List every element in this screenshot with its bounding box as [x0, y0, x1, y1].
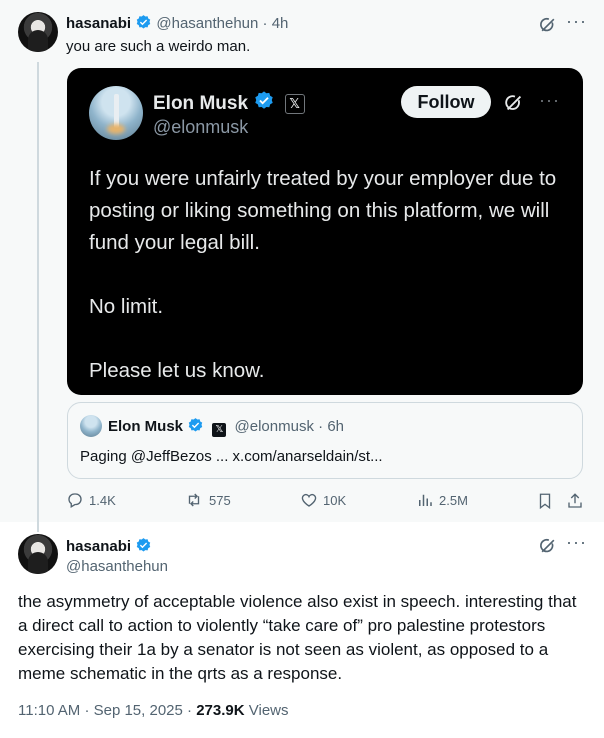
screenshot-follow-button: Follow — [401, 86, 491, 118]
more-icon[interactable]: ··· — [566, 533, 587, 551]
avatar[interactable] — [18, 534, 58, 574]
like-icon — [301, 493, 317, 507]
screenshot-paragraph: If you were unfairly treated by your emp… — [89, 167, 557, 254]
post-time: 6h — [327, 418, 344, 435]
post-date[interactable]: Sep 15, 2025 — [94, 702, 183, 719]
views-count: 2.5M — [439, 492, 468, 508]
action-bar: 1.4K 575 10K 2.5M — [66, 491, 586, 513]
separator: · — [262, 15, 268, 32]
screenshot-paragraph: Please let us know. — [89, 359, 265, 382]
repost-icon — [188, 493, 200, 507]
separator: · — [318, 418, 324, 435]
embedded-screenshot-image[interactable]: Elon Musk 𝕏 @elonmusk Follow ··· If you … — [67, 68, 583, 395]
like-count: 10K — [323, 492, 347, 508]
more-icon: ··· — [539, 90, 560, 110]
x-affiliate-badge-icon: 𝕏 — [284, 94, 305, 114]
post-text: the asymmetry of acceptable violence als… — [18, 592, 577, 683]
post-time[interactable]: 11:10 AM — [18, 702, 80, 719]
quoted-post-text: Paging @JeffBezos ... x.com/anarseldain/… — [80, 448, 383, 465]
bookmark-icon[interactable] — [536, 492, 554, 510]
avatar[interactable] — [18, 12, 58, 52]
author-handle: @elonmusk — [234, 418, 314, 435]
share-icon[interactable] — [566, 492, 584, 510]
author-name: Elon Musk — [108, 418, 184, 435]
quoted-post[interactable]: Elon Musk 𝕏 @elonmusk · 6h Paging @JeffB… — [67, 402, 583, 479]
quoted-post-header: Elon Musk 𝕏 @elonmusk · 6h — [108, 417, 344, 437]
reply-count: 1.4K — [89, 492, 116, 508]
like-button[interactable]: 10K — [300, 491, 346, 509]
avatar — [80, 415, 102, 437]
post2-header: hasanabi @hasanthehun — [66, 537, 168, 575]
author-handle[interactable]: @hasanthehun — [156, 15, 258, 32]
post-text: you are such a weirdo man. — [66, 38, 251, 55]
repost-count: 575 — [209, 492, 231, 508]
views-label: Views — [248, 702, 289, 719]
post-time[interactable]: 4h — [272, 15, 289, 32]
thread-connector-line — [37, 62, 39, 532]
screenshot-post-text: If you were unfairly treated by your emp… — [89, 163, 569, 387]
grok-icon[interactable] — [538, 15, 558, 35]
views-count: 273.9K — [196, 702, 245, 719]
author-name[interactable]: hasanabi — [66, 15, 131, 32]
more-icon[interactable]: ··· — [566, 12, 587, 30]
separator: · — [187, 702, 193, 719]
verified-badge-icon — [137, 538, 151, 552]
screenshot-author-name: Elon Musk 𝕏 — [153, 90, 305, 115]
grok-icon[interactable] — [538, 536, 558, 556]
separator: · — [84, 702, 90, 719]
verified-badge-icon — [255, 91, 274, 109]
views-icon — [419, 494, 432, 506]
post-meta: 11:10 AM · Sep 15, 2025 · 273.9K Views — [18, 702, 289, 719]
reply-button[interactable]: 1.4K — [66, 491, 116, 509]
verified-badge-icon — [136, 15, 151, 29]
grok-icon — [505, 95, 522, 111]
x-affiliate-badge-icon: 𝕏 — [212, 423, 227, 437]
repost-button[interactable]: 575 — [184, 491, 231, 509]
author-handle[interactable]: @hasanthehun — [66, 558, 168, 575]
views-button[interactable]: 2.5M — [416, 491, 468, 509]
reply-icon — [68, 493, 82, 508]
screenshot-author-handle: @elonmusk — [153, 117, 249, 137]
screenshot-paragraph: No limit. — [89, 295, 164, 318]
author-name[interactable]: hasanabi — [66, 538, 131, 555]
post1-header: hasanabi @hasanthehun · 4h — [66, 14, 288, 32]
screenshot-avatar — [89, 86, 143, 140]
verified-badge-icon — [188, 418, 203, 432]
screenshot-name-text: Elon Musk — [153, 93, 249, 114]
